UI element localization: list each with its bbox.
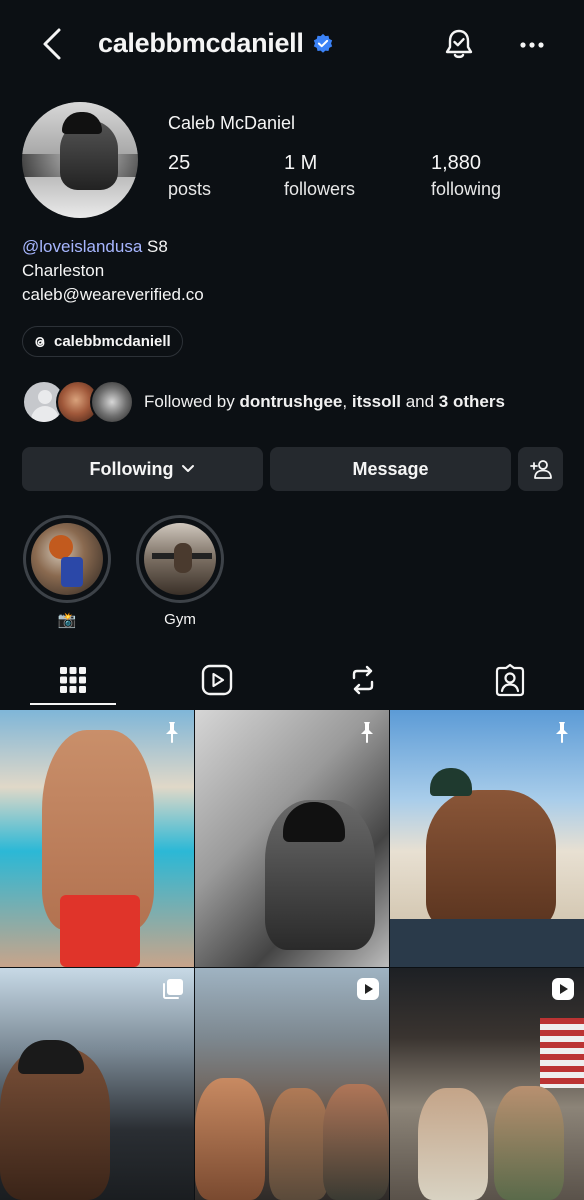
followed-by-separator: , (342, 392, 352, 411)
posts-count[interactable]: 25 posts (168, 152, 211, 200)
highlight-label: 📸 (57, 612, 77, 629)
add-person-icon (529, 460, 552, 479)
bio-line-1: @loveislandusa S8 (22, 235, 204, 259)
back-arrow-icon[interactable] (36, 26, 68, 62)
mutual-user-1: dontrushgee (239, 392, 343, 411)
reel-icon (357, 978, 379, 1000)
threads-icon (35, 336, 45, 347)
threads-handle: calebbmcdaniell (54, 333, 171, 350)
tagged-tab-icon[interactable] (493, 663, 527, 697)
profile-username: calebbmcdaniell (98, 28, 334, 59)
suggest-users-button[interactable] (518, 447, 563, 491)
stat-label: followers (284, 179, 356, 199)
highlight-ring (136, 515, 224, 603)
post-thumbnail[interactable] (390, 968, 584, 1200)
bio-mention-suffix: S8 (142, 237, 168, 256)
stat-value: 1 M (284, 152, 318, 174)
mutual-user-2: itssoll (351, 392, 401, 411)
top-bar: calebbmcdaniell (0, 0, 584, 92)
followed-by-and: and (400, 392, 439, 411)
verified-badge-icon (313, 33, 332, 53)
mutual-followers-avatars[interactable] (22, 380, 134, 424)
highlight-ring (23, 515, 111, 603)
bio-line-2: Charleston (22, 261, 105, 280)
stat-value: 1,880 (431, 152, 482, 174)
reposts-tab-icon[interactable] (346, 663, 380, 697)
reel-icon (552, 978, 574, 1000)
following-count[interactable]: 1,880 following (431, 152, 501, 200)
followed-by-text[interactable]: Followed by dontrushgee, itssoll and 3 o… (144, 392, 505, 412)
profile-bio: @loveislandusa S8 Charleston caleb@weare… (22, 235, 204, 307)
followed-by-prefix: Followed by (144, 392, 240, 411)
post-thumbnail[interactable] (390, 710, 584, 967)
bio-email[interactable]: caleb@weareverified.co (22, 283, 204, 307)
mutual-others: 3 others (438, 392, 505, 411)
profile-avatar[interactable] (22, 102, 138, 218)
pin-icon (361, 722, 373, 743)
grid-tab-icon[interactable] (56, 663, 90, 697)
stat-label: posts (168, 179, 212, 199)
post-thumbnail[interactable] (0, 968, 194, 1200)
message-button[interactable]: Message (270, 447, 511, 491)
following-button[interactable]: Following (22, 447, 263, 491)
highlight-label: Gym (164, 611, 196, 628)
profile-full-name: Caleb McDaniel (168, 113, 296, 133)
stat-value: 25 (168, 152, 191, 174)
highlight-item[interactable]: 📸 (22, 515, 112, 629)
bio-mention-link[interactable]: @loveislandusa (22, 237, 142, 256)
highlight-cover (144, 523, 216, 595)
post-thumbnail[interactable] (195, 968, 389, 1200)
highlight-item[interactable]: Gym (135, 515, 225, 628)
reels-tab-icon[interactable] (200, 663, 234, 697)
carousel-icon (163, 979, 183, 999)
active-tab-indicator (30, 703, 116, 705)
posts-grid (0, 710, 584, 1200)
profile-tabs (0, 655, 584, 705)
pin-icon (556, 722, 568, 743)
chevron-down-icon (182, 465, 195, 472)
pin-icon (166, 722, 178, 743)
post-thumbnail[interactable] (0, 710, 194, 967)
following-label: Following (89, 458, 174, 479)
avatar (90, 380, 134, 424)
post-thumbnail[interactable] (195, 710, 389, 967)
stat-label: following (431, 179, 502, 199)
notification-bell-icon[interactable] (441, 26, 477, 62)
username-text: calebbmcdaniell (98, 28, 304, 58)
more-options-icon[interactable] (517, 30, 547, 60)
highlight-cover (31, 523, 103, 595)
message-label: Message (352, 458, 429, 479)
followers-count[interactable]: 1 M followers (284, 152, 355, 200)
threads-link[interactable]: calebbmcdaniell (22, 326, 183, 357)
